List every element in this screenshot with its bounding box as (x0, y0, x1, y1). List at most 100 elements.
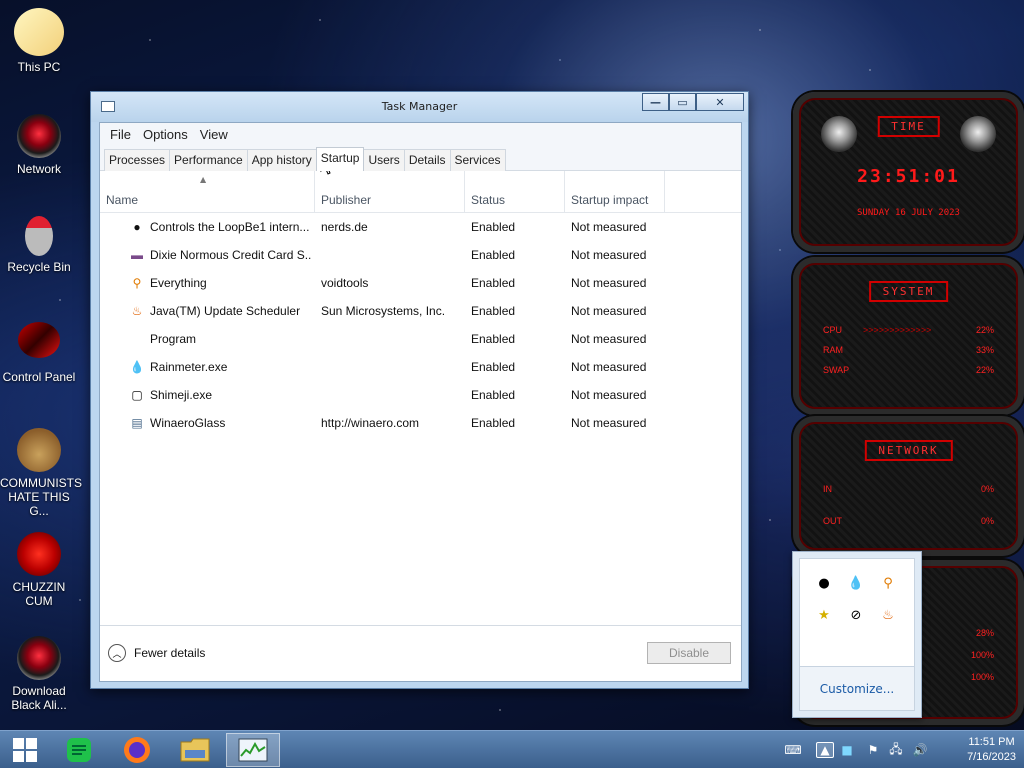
alien-icon (17, 636, 61, 680)
money-bag-icon (17, 428, 61, 472)
blank-icon (129, 331, 145, 347)
row-name: Rainmeter.exe (150, 360, 228, 374)
row-publisher: Sun Microsystems, Inc. (321, 304, 446, 318)
column-divider[interactable] (464, 171, 465, 212)
table-row[interactable]: ▬ Dixie Normous Credit Card S... Enabled… (100, 241, 741, 269)
loopbe-tray-icon[interactable]: ● (816, 575, 832, 591)
column-name[interactable]: Name (106, 193, 138, 207)
desktop-icon-recycle-bin[interactable]: Recycle Bin (0, 216, 78, 274)
menu-options[interactable]: Options (137, 127, 194, 142)
tab-processes[interactable]: Processes (104, 149, 171, 171)
sort-ascending-icon: ▲ (200, 175, 207, 184)
column-publisher[interactable]: Publisher (321, 193, 371, 207)
volume-icon[interactable]: 🔊 (912, 742, 928, 758)
fewer-details-label: Fewer details (134, 646, 206, 660)
row-status: Enabled (471, 304, 516, 318)
minimize-button[interactable]: — (642, 93, 669, 111)
tab-strip: Processes Performance App history Startu… (100, 145, 741, 171)
tab-app-history[interactable]: App history (246, 149, 317, 171)
rainmeter-date: SUNDAY 16 JULY 2023 (857, 208, 960, 218)
disk-value: 28% (975, 628, 994, 638)
desktop-icon-this-pc[interactable]: This PC (0, 0, 78, 74)
tab-users[interactable]: Users (363, 149, 405, 171)
column-divider[interactable] (564, 171, 565, 212)
cpu-label: CPU (823, 325, 843, 335)
loopbe-icon: ● (133, 220, 141, 234)
star-tray-icon[interactable]: ★ (816, 607, 832, 623)
taskbar-clock[interactable]: 11:51 PM 7/16/2023 (967, 735, 1016, 765)
row-name: WinaeroGlass (150, 416, 226, 430)
net-out-value: 0% (980, 516, 994, 526)
action-center-flag-icon[interactable]: ⚑ (866, 742, 880, 758)
row-status: Enabled (471, 360, 516, 374)
fewer-details-toggle[interactable]: ︿ Fewer details (108, 644, 205, 662)
notification-overflow-popup: ● 💧 ⚲ ★ ⊘ ♨ Customize... (792, 551, 922, 718)
tab-services[interactable]: Services (449, 149, 506, 171)
control-panel-icon (18, 322, 60, 358)
row-impact: Not measured (571, 416, 647, 430)
startup-list: ▲ Name Publisher Status Startup impact ●… (100, 171, 741, 625)
java-icon: ♨ (131, 304, 143, 318)
net-out-label: OUT (823, 516, 842, 526)
column-divider[interactable] (314, 171, 315, 212)
desktop-icon-download[interactable]: Download Black Ali... (0, 636, 78, 712)
maximize-button[interactable]: ▭ (669, 93, 696, 111)
desktop-icon-chuzzin[interactable]: CHUZZIN CUM (0, 532, 78, 608)
desktop-icon-control-panel[interactable]: Control Panel (0, 322, 78, 384)
touch-keyboard-icon[interactable]: ⌨ (778, 742, 808, 758)
window-client-area: File Options View Processes Performance … (99, 122, 742, 682)
show-hidden-icons-button[interactable]: ▲ (816, 742, 834, 758)
row-status: Enabled (471, 332, 516, 346)
taskbar-sheets-app[interactable] (54, 733, 104, 767)
taskbar-file-explorer[interactable] (170, 733, 220, 767)
card-icon: ▬ (131, 248, 143, 262)
ram-value: 33% (975, 345, 994, 355)
tab-details[interactable]: Details (403, 149, 451, 171)
row-status: Enabled (471, 416, 516, 430)
rainmeter-tray-icon[interactable]: 💧 (848, 575, 864, 591)
table-row[interactable]: ⚲ Everything voidtools Enabled Not measu… (100, 269, 741, 297)
java-tray-icon[interactable]: ♨ (880, 607, 896, 623)
start-button[interactable] (0, 733, 50, 767)
cpu-value: 22% (975, 325, 994, 335)
everything-tray-icon[interactable]: ⚲ (880, 575, 896, 591)
firefox-icon (124, 737, 150, 763)
desktop-icon-label: Network (16, 162, 61, 176)
window-footer: ︿ Fewer details Disable (100, 625, 741, 681)
menu-file[interactable]: File (104, 127, 137, 142)
column-startup-impact[interactable]: Startup impact (571, 193, 648, 207)
disable-button[interactable]: Disable (647, 642, 731, 664)
tab-performance[interactable]: Performance (169, 149, 248, 171)
row-status: Enabled (471, 276, 516, 290)
blocked-tray-icon[interactable]: ⊘ (848, 607, 864, 623)
column-status[interactable]: Status (471, 193, 505, 207)
row-name: Everything (150, 276, 207, 290)
tray-app-icon[interactable]: ■ (840, 742, 854, 758)
desktop-icon-communists[interactable]: COMMUNISTS HATE THIS G... (0, 428, 82, 518)
column-divider[interactable] (664, 171, 665, 212)
drop-icon: 💧 (129, 360, 145, 374)
taskbar-task-manager[interactable] (226, 733, 280, 767)
title-bar[interactable]: Task Manager — ▭ ✕ (91, 92, 748, 122)
table-row[interactable]: ▢ Shimeji.exe Enabled Not measured (100, 381, 741, 409)
taskbar-firefox[interactable] (112, 733, 162, 767)
menu-view[interactable]: View (194, 127, 234, 142)
table-row[interactable]: ♨ Java(TM) Update Scheduler Sun Microsys… (100, 297, 741, 325)
table-row[interactable]: ● Controls the LoopBe1 intern... nerds.d… (100, 213, 741, 241)
desktop-icon-label: This PC (17, 60, 61, 74)
table-row[interactable]: Program Enabled Not measured (100, 325, 741, 353)
tab-startup[interactable]: Startup (315, 147, 365, 171)
chat-app-icon (67, 738, 91, 762)
desktop-icon-label: Control Panel (2, 370, 76, 384)
desktop-icon-network[interactable]: Network (0, 114, 78, 176)
row-name: Java(TM) Update Scheduler (150, 304, 301, 318)
desktop-icon-label: Download Black Ali... (11, 684, 67, 712)
shimeji-icon: ▢ (131, 388, 143, 402)
row-publisher: voidtools (321, 276, 369, 290)
network-tray-icon[interactable]: 🖧 (888, 742, 904, 758)
table-row[interactable]: 💧 Rainmeter.exe Enabled Not measured (100, 353, 741, 381)
table-row[interactable]: ▤ WinaeroGlass http://winaero.com Enable… (100, 409, 741, 437)
recycle-bin-icon (25, 216, 53, 256)
customize-link[interactable]: Customize... (800, 666, 914, 710)
close-button[interactable]: ✕ (696, 93, 744, 111)
